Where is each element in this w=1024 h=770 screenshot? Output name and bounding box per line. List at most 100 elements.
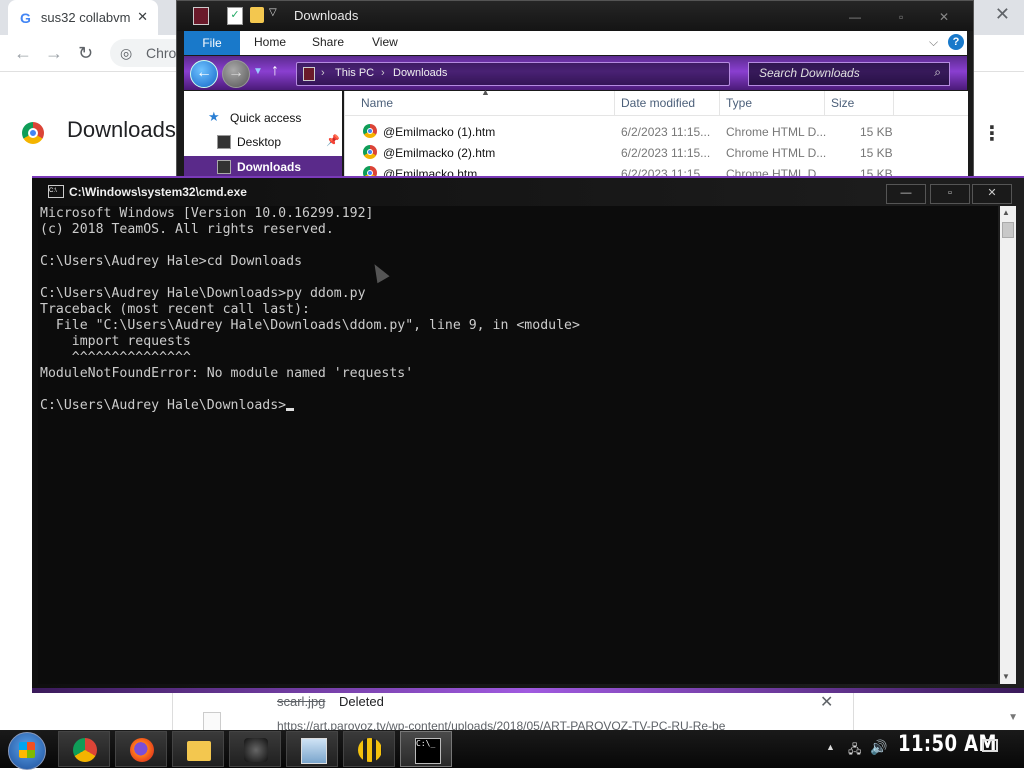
taskbar-cmd[interactable]: C:\_ [400,731,452,767]
taskbar-firefox[interactable] [115,731,167,767]
file-date: 6/2/2023 11:15... [621,125,711,139]
download-item: scarl.jpg Deleted https://art.parovoz.tv… [172,690,854,733]
column-size[interactable]: Size [831,96,854,110]
scroll-thumb[interactable] [1002,222,1014,238]
file-name: @Emilmacko (1).htm [383,125,496,139]
search-icon[interactable]: ⌕ [934,65,941,80]
cmd-titlebar[interactable]: C:\ C:\Windows\system32\cmd.exe — ▫ ✕ [32,178,1022,206]
chevron-right-icon: › [381,67,385,79]
new-folder-icon[interactable] [250,7,264,23]
close-button[interactable]: ✕ [972,184,1012,204]
nav-label: Desktop [237,135,282,149]
nav-downloads[interactable]: Downloads [184,156,342,178]
expand-ribbon-icon[interactable]: ⌵ [929,35,938,50]
pin-icon[interactable]: 📌 [326,134,340,147]
tab-file[interactable]: File [184,31,240,55]
properties-icon[interactable] [193,7,209,25]
nav-desktop[interactable]: Desktop 📌 [184,131,342,153]
console-area[interactable]: Microsoft Windows [Version 10.0.16299.19… [38,206,998,684]
chrome-logo-icon [22,122,44,144]
file-type: Chrome HTML D... [726,125,827,139]
column-headers: ▲ Name Date modified Type Size [345,87,968,116]
recent-locations-icon[interactable]: ▼ [253,66,263,77]
console-output[interactable]: Microsoft Windows [Version 10.0.16299.19… [40,206,580,414]
column-type[interactable]: Type [726,96,752,110]
minimize-button[interactable]: — [886,184,926,204]
taskbar-app-monitor[interactable] [286,731,338,767]
file-name: @Emilmacko (2).htm [383,146,496,160]
chrome-close-button[interactable]: ✕ [995,4,1010,25]
search-input[interactable]: Search Downloads ⌕ [748,62,950,86]
bee-app-icon [358,738,382,762]
checkmark-icon[interactable]: ✓ [227,7,243,25]
column-divider[interactable] [893,91,894,115]
customize-chevron-icon[interactable]: ▽ [269,7,283,23]
explorer-titlebar: ✓ ▽ Downloads — ▫ ✕ [177,1,973,31]
taskbar-chrome[interactable] [58,731,110,767]
page-scroll-down-icon[interactable]: ▼ [1008,712,1018,723]
text-cursor [286,408,295,411]
back-button[interactable]: ← [190,60,218,88]
show-hidden-icons-icon[interactable]: ▲ [826,742,835,752]
google-favicon-icon: G [20,9,31,26]
forward-arrow-icon[interactable]: → [45,43,63,64]
nav-quick-access[interactable]: ★ Quick access [184,107,342,129]
back-arrow-icon[interactable]: ← [14,43,32,64]
column-divider[interactable] [719,91,720,115]
file-row[interactable]: @Emilmacko (2).htm 6/2/2023 11:15... Chr… [345,142,968,163]
minimize-button[interactable]: — [849,10,861,24]
page-title: Downloads [67,117,176,142]
console-history: Microsoft Windows [Version 10.0.16299.19… [40,206,580,381]
tab-share[interactable]: Share [312,35,344,49]
network-icon[interactable]: 🖧 [848,740,861,761]
file-size: 15 KB [860,125,893,139]
remove-download-button[interactable]: ✕ [820,692,833,712]
breadcrumb-downloads[interactable]: Downloads [393,67,447,79]
file-date: 6/2/2023 11:15... [621,146,711,160]
breadcrumb-this-pc[interactable]: This PC [335,67,374,79]
cmd-icon[interactable]: C:\ [48,185,64,198]
search-placeholder: Search Downloads [759,66,860,80]
tab-close-icon[interactable]: ✕ [137,9,148,25]
taskbar-file-explorer[interactable] [172,731,224,767]
taskbar-app-figure[interactable] [229,731,281,767]
tab-home[interactable]: Home [254,35,286,49]
download-status: Deleted [339,694,384,709]
column-name[interactable]: Name [361,96,393,110]
scroll-down-icon[interactable]: ▼ [1002,672,1010,681]
file-explorer-icon [187,741,211,761]
figure-app-icon [244,738,268,762]
help-icon[interactable]: ? [948,34,964,50]
tab-view[interactable]: View [372,35,398,49]
navigation-pane: ★ Quick access Desktop 📌 Downloads [184,91,342,181]
up-arrow-icon[interactable]: ↑ [271,62,279,80]
desktop-icon [217,135,231,149]
sort-ascending-icon: ▲ [481,87,490,97]
firefox-icon [130,738,154,762]
file-icon [203,712,221,732]
taskbar-app-bee[interactable] [343,731,395,767]
forward-button[interactable]: → [222,60,250,88]
nav-label: Quick access [230,111,302,125]
nav-label: Downloads [237,160,302,174]
reload-icon[interactable]: ↻ [78,43,93,64]
notifications-icon[interactable] [982,739,998,752]
volume-icon[interactable]: 🔊 [870,739,887,756]
close-button[interactable]: ✕ [939,10,949,24]
file-explorer-window: ✓ ▽ Downloads — ▫ ✕ File Home Share View… [176,0,974,181]
scroll-up-icon[interactable]: ▲ [1002,208,1010,217]
vertical-scrollbar[interactable]: ▲ ▼ [1000,206,1016,684]
file-type: Chrome HTML D... [726,146,827,160]
maximize-button[interactable]: ▫ [899,10,903,24]
column-date[interactable]: Date modified [621,96,695,110]
download-filename[interactable]: scarl.jpg [277,694,325,709]
maximize-button[interactable]: ▫ [930,184,970,204]
file-row[interactable]: @Emilmacko (1).htm 6/2/2023 11:15... Chr… [345,121,968,142]
column-divider[interactable] [824,91,825,115]
column-divider[interactable] [614,91,615,115]
chrome-tab-title: sus32 collabvm [40,10,131,25]
chrome-tab[interactable]: G sus32 collabvm ✕ [8,0,158,35]
more-menu-icon[interactable]: ⋮ [982,121,1002,146]
address-box[interactable]: › This PC › Downloads [296,62,730,86]
start-button[interactable] [8,732,46,770]
